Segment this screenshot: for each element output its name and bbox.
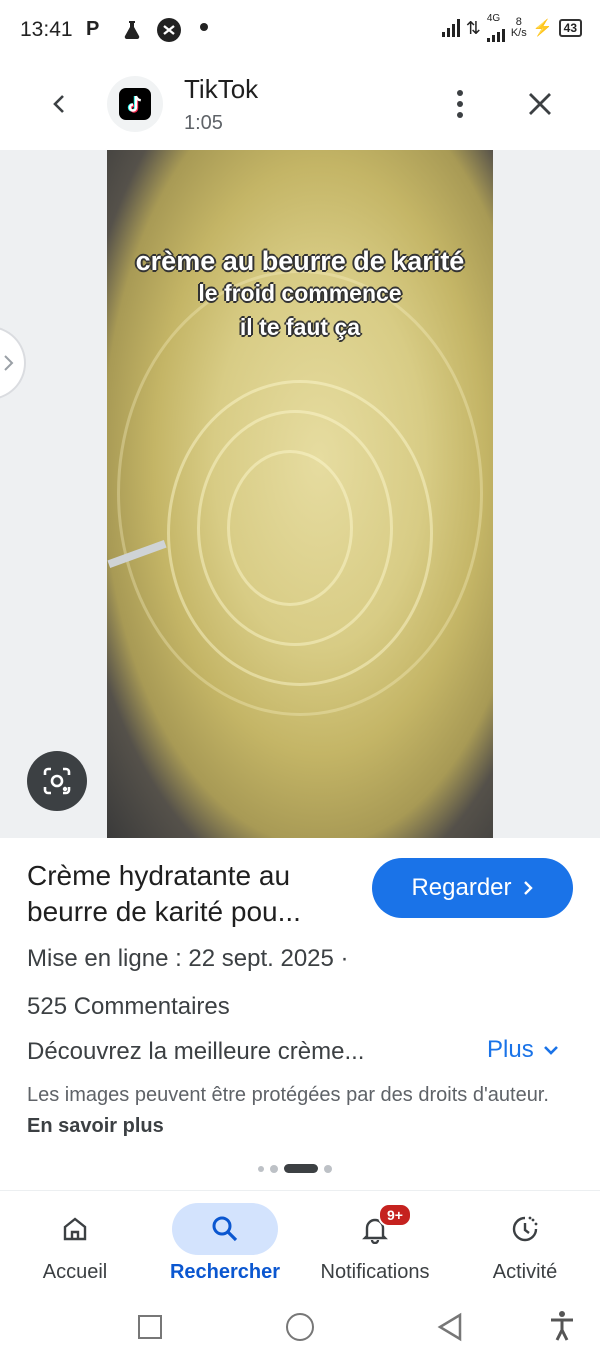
nav-icon-container: [172, 1203, 278, 1255]
status-indicators: ⇅ 4G 8 K/s ⚡ 43: [441, 13, 582, 42]
video-thumbnail[interactable]: crème au beurre de karité le froid comme…: [107, 150, 493, 838]
nav-label-activity: Activité: [492, 1261, 558, 1283]
lens-icon: [43, 767, 71, 795]
bottom-navigation: Accueil Rechercher 9+ Notifications Acti…: [0, 1190, 600, 1301]
more-button[interactable]: Plus: [487, 1036, 560, 1064]
pager-dot-active: [284, 1164, 318, 1173]
overlay-text-line3: il te faut ça: [239, 314, 361, 340]
lens-search-button[interactable]: [27, 751, 87, 811]
network-type: 4G: [486, 13, 501, 24]
notification-badge: 9+: [378, 1203, 412, 1227]
chevron-right-icon: [523, 881, 533, 895]
nav-icon-container: [472, 1203, 578, 1255]
battery-icon: 43: [558, 19, 582, 37]
chevron-left-icon: [53, 95, 64, 113]
nav-label-search: Rechercher: [169, 1261, 281, 1283]
overlay-text-line1: crème au beurre de karité: [135, 246, 465, 276]
more-vert-icon: [457, 90, 463, 118]
comment-count: 525 Commentaires: [27, 993, 230, 1020]
home-button[interactable]: [286, 1313, 314, 1341]
upload-date: Mise en ligne : 22 sept. 2025 ·: [27, 945, 349, 972]
accessibility-icon: [551, 1311, 573, 1341]
close-icon: [529, 93, 551, 115]
home-icon: [63, 1217, 87, 1241]
accessibility-button[interactable]: [548, 1310, 576, 1347]
pager-dot: [258, 1165, 264, 1172]
back-system-button[interactable]: [436, 1312, 464, 1347]
app-notification-icon: [156, 17, 182, 48]
activity-icon: [512, 1216, 538, 1242]
description: Découvrez la meilleure crème...: [27, 1038, 365, 1065]
more-options-button[interactable]: [440, 84, 480, 124]
result-title[interactable]: Crème hydratante au beurre de karité pou…: [27, 858, 357, 930]
status-time: 13:41: [20, 18, 73, 41]
close-button[interactable]: [520, 84, 560, 124]
overlay-text-line2: le froid commence: [198, 280, 402, 306]
more-label: Plus: [487, 1036, 534, 1063]
source-title[interactable]: TikTok: [184, 74, 258, 105]
learn-more-link[interactable]: En savoir plus: [27, 1115, 164, 1137]
search-icon: [212, 1216, 238, 1242]
parking-icon: P: [86, 18, 100, 40]
tiktok-logo: [107, 76, 163, 132]
video-duration: 1:05: [184, 112, 223, 134]
nav-item-home[interactable]: Accueil: [0, 1191, 150, 1301]
system-navigation-bar: [0, 1300, 600, 1366]
signal-icon: [441, 19, 460, 37]
status-bar: 13:41 P ⇅ 4G 8 K/s ⚡ 43: [0, 0, 600, 62]
pager-dot: [270, 1164, 278, 1173]
nav-icon-container: [322, 1203, 428, 1255]
battery-level: 43: [563, 21, 577, 35]
charging-icon: ⚡: [532, 20, 553, 37]
triangle-back-icon: [437, 1312, 462, 1342]
carousel-pager: [258, 1164, 332, 1173]
nav-label-home: Accueil: [42, 1261, 108, 1283]
notification-dot-icon: [200, 23, 208, 31]
speed-unit: K/s: [510, 27, 527, 39]
data-arrows-icon: ⇅: [465, 17, 481, 38]
network-speed: 8 K/s: [511, 17, 527, 39]
nav-item-search[interactable]: Rechercher: [150, 1191, 300, 1301]
chevron-right-icon: [4, 355, 14, 371]
watch-label: Regarder: [411, 874, 512, 901]
flask-icon: [120, 18, 144, 47]
nav-label-notifications: Notifications: [320, 1261, 430, 1283]
copyright-text: Les images peuvent être protégées par de…: [27, 1084, 549, 1106]
nav-item-notifications[interactable]: 9+ Notifications: [300, 1191, 450, 1301]
back-button[interactable]: [40, 84, 80, 124]
signal-icon-2: [486, 24, 505, 42]
tiktok-icon: [127, 95, 141, 113]
pager-dot: [324, 1164, 332, 1173]
copyright-notice: Les images peuvent être protégées par de…: [27, 1080, 567, 1142]
watch-button[interactable]: Regarder: [372, 858, 573, 918]
recents-button[interactable]: [138, 1315, 162, 1339]
chevron-down-icon: [543, 1046, 558, 1055]
nav-item-activity[interactable]: Activité: [450, 1191, 600, 1301]
nav-icon-container: [22, 1203, 128, 1255]
